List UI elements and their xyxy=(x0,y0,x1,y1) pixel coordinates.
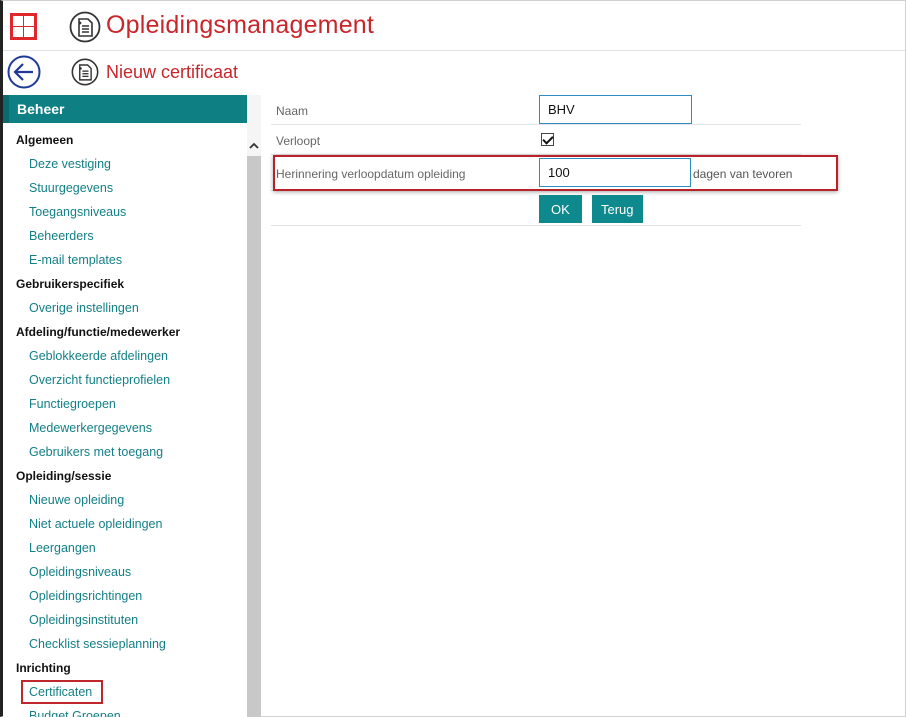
page-header: Nieuw certificaat xyxy=(3,52,905,94)
app-header: Opleidingsmanagement xyxy=(3,3,905,51)
form-actions: OK Terug xyxy=(271,191,801,226)
document-icon xyxy=(71,58,99,86)
chevron-up-icon[interactable] xyxy=(247,139,261,153)
page-title: Nieuw certificaat xyxy=(106,62,239,82)
sidebar-item-stuurgegevens[interactable]: Stuurgegevens xyxy=(3,176,247,200)
expires-label: Verloopt xyxy=(276,134,321,148)
sidebar-item-email-templates[interactable]: E-mail templates xyxy=(3,248,247,272)
sidebar-item-checklist-sessieplanning[interactable]: Checklist sessieplanning xyxy=(3,632,247,656)
sidebar-nav: Algemeen Deze vestiging Stuurgegevens To… xyxy=(3,128,247,717)
sidebar-item-beheerders[interactable]: Beheerders xyxy=(3,224,247,248)
back-arrow-icon[interactable] xyxy=(7,55,41,89)
reminder-days-input[interactable] xyxy=(539,158,691,187)
name-input[interactable] xyxy=(539,95,692,124)
back-button[interactable]: Terug xyxy=(592,195,643,223)
sidebar-section-gebruikerspecifiek: Gebruikerspecifiek xyxy=(16,277,125,291)
sidebar-item-deze-vestiging[interactable]: Deze vestiging xyxy=(3,152,247,176)
sidebar-item-budget-groepen[interactable]: Budget Groepen xyxy=(3,704,247,717)
ok-button[interactable]: OK xyxy=(539,195,582,223)
sidebar-item-nieuwe-opleiding[interactable]: Nieuwe opleiding xyxy=(3,488,247,512)
name-label: Naam xyxy=(276,104,309,118)
sidebar-item-medewerkergegevens[interactable]: Medewerkergegevens xyxy=(3,416,247,440)
expires-checkbox[interactable] xyxy=(541,133,554,146)
sidebar-item-certificaten[interactable]: Certificaten xyxy=(3,680,247,704)
form-row-expires: Verloopt xyxy=(271,125,801,155)
sidebar-item-toegangsniveaus[interactable]: Toegangsniveaus xyxy=(3,200,247,224)
grid-icon[interactable] xyxy=(10,13,37,40)
scrollbar-thumb[interactable] xyxy=(247,156,261,717)
sidebar-item-label: Certificaten xyxy=(20,680,104,704)
sidebar-item-leergangen[interactable]: Leergangen xyxy=(3,536,247,560)
sidebar-section-inrichting: Inrichting xyxy=(16,661,71,675)
sidebar-section-afdeling: Afdeling/functie/medewerker xyxy=(16,325,181,339)
sidebar-item-niet-actuele-opleidingen[interactable]: Niet actuele opleidingen xyxy=(3,512,247,536)
sidebar-section-opleiding: Opleiding/sessie xyxy=(16,469,112,483)
sidebar-item-geblokkeerde-afdelingen[interactable]: Geblokkeerde afdelingen xyxy=(3,344,247,368)
form-row-name: Naam xyxy=(271,95,801,125)
sidebar-item-functiegroepen[interactable]: Functiegroepen xyxy=(3,392,247,416)
sidebar-scrollbar[interactable] xyxy=(247,95,261,717)
sidebar-section-algemeen: Algemeen xyxy=(16,133,74,147)
sidebar-item-opleidingsniveaus[interactable]: Opleidingsniveaus xyxy=(3,560,247,584)
document-icon xyxy=(69,11,101,43)
sidebar-item-opleidingsinstituten[interactable]: Opleidingsinstituten xyxy=(3,608,247,632)
reminder-label: Herinnering verloopdatum opleiding xyxy=(276,167,466,181)
app-title: Opleidingsmanagement xyxy=(106,11,375,39)
reminder-suffix: dagen van tevoren xyxy=(693,167,793,181)
sidebar-header: Beheer xyxy=(3,95,247,123)
sidebar-item-overzicht-functieprofielen[interactable]: Overzicht functieprofielen xyxy=(3,368,247,392)
sidebar-item-gebruikers-met-toegang[interactable]: Gebruikers met toegang xyxy=(3,440,247,464)
sidebar-item-overige-instellingen[interactable]: Overige instellingen xyxy=(3,296,247,320)
form-row-reminder: Herinnering verloopdatum opleiding dagen… xyxy=(271,155,838,191)
sidebar-item-opleidingsrichtingen[interactable]: Opleidingsrichtingen xyxy=(3,584,247,608)
certificate-form: Naam Verloopt Herinnering verloopdatum o… xyxy=(271,95,838,226)
sidebar: Beheer Algemeen Deze vestiging Stuurgege… xyxy=(3,95,247,717)
